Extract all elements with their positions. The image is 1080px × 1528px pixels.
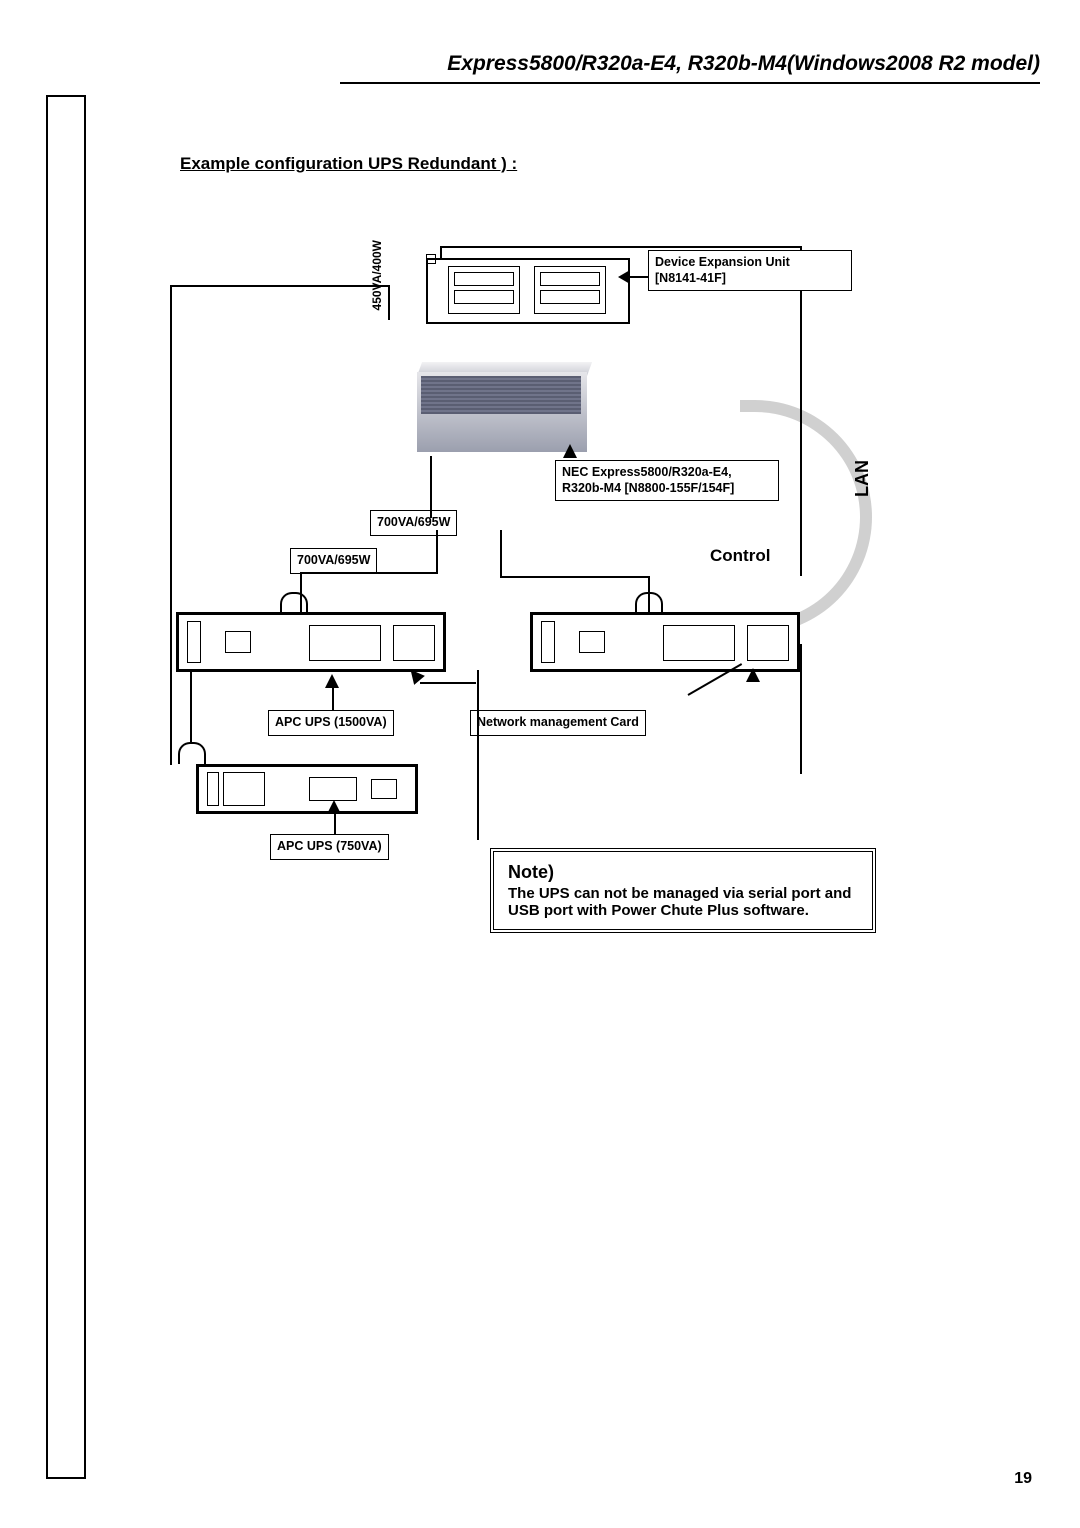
- apc-ups-1500-right: [530, 612, 800, 672]
- label-line2: [N8141-41F]: [655, 271, 726, 285]
- note-title: Note): [508, 862, 858, 883]
- line: [436, 530, 438, 574]
- connector-dot: [426, 254, 436, 264]
- power-label-450va: 450VA/400W: [370, 240, 384, 330]
- line: [430, 456, 432, 518]
- line: [800, 644, 802, 774]
- line: [477, 670, 479, 840]
- line: [500, 576, 650, 578]
- line: [170, 285, 390, 287]
- lan-cable-curve: [740, 400, 872, 634]
- label-line1: NEC Express5800/R320a-E4,: [562, 465, 732, 479]
- device-expansion-label: Device Expansion Unit [N8141-41F]: [648, 250, 852, 291]
- server-label: NEC Express5800/R320a-E4, R320b-M4 [N880…: [555, 460, 779, 501]
- apc-ups-750-label: APC UPS (750VA): [270, 834, 389, 860]
- label-line2: R320b-M4 [N8800-155F/154F]: [562, 481, 734, 495]
- arrow-head-icon: [618, 270, 630, 284]
- device-expansion-unit: [426, 258, 630, 324]
- arrow-line: [630, 276, 648, 278]
- network-mgmt-card-label: Network management Card: [470, 710, 646, 736]
- line: [170, 285, 172, 765]
- power-label-700va-1: 700VA/695W: [370, 510, 457, 536]
- line: [388, 285, 390, 320]
- arrow-line: [334, 814, 336, 834]
- lan-label: LAN: [852, 460, 873, 497]
- page-number: 19: [1014, 1470, 1032, 1488]
- control-label: Control: [710, 546, 770, 566]
- power-plug-icon: [178, 742, 206, 764]
- arrow-line: [332, 688, 334, 710]
- power-label-700va-2: 700VA/695W: [290, 548, 377, 574]
- line: [648, 576, 650, 612]
- line: [440, 246, 800, 248]
- label-line1: Device Expansion Unit: [655, 255, 790, 269]
- line: [800, 246, 802, 576]
- line: [300, 572, 436, 574]
- arrow-line: [420, 682, 476, 684]
- apc-ups-750: [196, 764, 418, 814]
- arrow-head-icon: [327, 800, 341, 814]
- note-body: The UPS can not be managed via serial po…: [508, 885, 858, 919]
- arrow-head-icon: [325, 674, 339, 688]
- arrow-head-icon: [746, 668, 760, 682]
- power-plug-icon: [280, 592, 308, 614]
- left-vertical-frame: [46, 95, 86, 1479]
- line: [300, 572, 302, 612]
- page-header: Express5800/R320a-E4, R320b-M4(Windows20…: [340, 52, 1040, 84]
- note-box: Note) The UPS can not be managed via ser…: [490, 848, 876, 933]
- apc-ups-1500-label: APC UPS (1500VA): [268, 710, 394, 736]
- section-title: Example configuration UPS Redundant ) :: [180, 154, 517, 174]
- arrow-head-icon: [563, 444, 577, 458]
- apc-ups-1500-left: [176, 612, 446, 672]
- line: [500, 530, 502, 578]
